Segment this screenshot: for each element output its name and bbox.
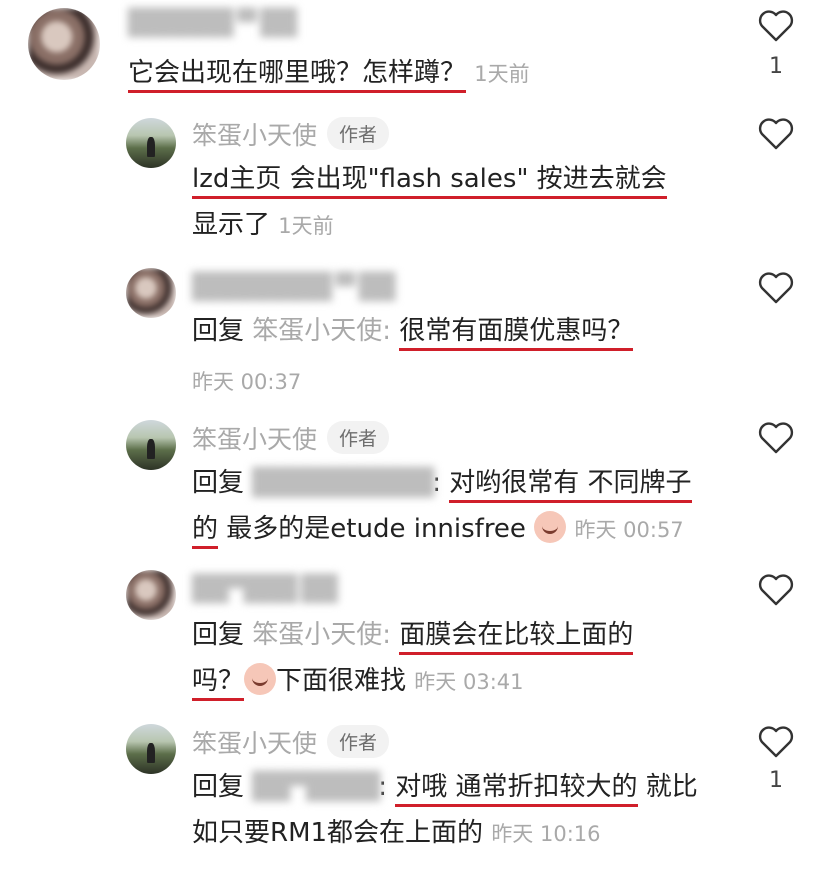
author-avatar[interactable] xyxy=(126,420,176,470)
like-count: 1 xyxy=(769,54,783,79)
heart-icon[interactable] xyxy=(758,10,794,42)
author-avatar[interactable] xyxy=(126,724,176,774)
comment-time: 昨天 00:57 xyxy=(574,518,684,542)
author-name[interactable]: 笨蛋小天使 xyxy=(192,425,317,454)
author-badge: 作者 xyxy=(327,725,390,758)
crying-face-emoji-icon xyxy=(534,511,567,543)
comment-time: 昨天 10:16 xyxy=(491,822,601,846)
commenter-avatar[interactable] xyxy=(28,8,100,80)
heart-icon[interactable] xyxy=(758,726,794,758)
reply-to-name[interactable]: ██████████ xyxy=(252,460,434,506)
comment-text: 回复 ██████████: 对哟很常有 不同牌子 的 最多的是etude in… xyxy=(192,460,692,553)
commenter-name[interactable]: ██▀███ ██ xyxy=(192,574,338,603)
reply-to-name[interactable]: 笨蛋小天使: xyxy=(252,620,391,650)
heart-icon[interactable] xyxy=(758,422,794,454)
author-badge: 作者 xyxy=(327,117,390,150)
reply-to-name[interactable]: ██▀████ xyxy=(252,764,380,810)
commenter-name[interactable]: ██████ ▀ ██ xyxy=(128,8,297,37)
comment-text: 回复 笨蛋小天使: 很常有面膜优惠吗？ xyxy=(192,308,634,354)
comment-time: 1天前 xyxy=(278,214,334,238)
author-name[interactable]: 笨蛋小天使 xyxy=(192,729,317,758)
comment-header: 笨蛋小天使 作者 xyxy=(192,420,390,456)
comment-time: 1天前 xyxy=(474,62,530,86)
commenter-name[interactable]: ████████ ▀ ██ xyxy=(192,272,395,301)
heart-icon[interactable] xyxy=(758,574,794,606)
heart-icon[interactable] xyxy=(758,272,794,304)
crying-face-emoji-icon xyxy=(244,663,277,695)
reply-to-name[interactable]: 笨蛋小天使: xyxy=(252,316,391,346)
commenter-avatar[interactable] xyxy=(126,268,176,318)
comment-header: 笨蛋小天使 作者 xyxy=(192,116,390,152)
comment-time: 昨天 03:41 xyxy=(414,670,524,694)
author-badge: 作者 xyxy=(327,421,390,454)
comment-text: 回复 笨蛋小天使: 面膜会在比较上面的 吗？ 下面很难找 昨天 03:41 xyxy=(192,612,634,705)
commenter-avatar[interactable] xyxy=(126,570,176,620)
author-name[interactable]: 笨蛋小天使 xyxy=(192,121,317,150)
comment-time: 昨天 00:37 xyxy=(192,370,302,394)
comment-text: 回复 ██▀████: 对哦 通常折扣较大的 就比 如只要RM1都会在上面的 昨… xyxy=(192,764,698,857)
comment-header: 笨蛋小天使 作者 xyxy=(192,724,390,760)
comment-text: 它会出现在哪里哦？怎样蹲？ 1天前 xyxy=(128,50,530,97)
author-avatar[interactable] xyxy=(126,118,176,168)
comment-text: lzd主页 会出现"flash sales" 按进去就会 显示了 1天前 xyxy=(192,164,667,240)
heart-icon[interactable] xyxy=(758,118,794,150)
like-count: 1 xyxy=(769,768,783,793)
